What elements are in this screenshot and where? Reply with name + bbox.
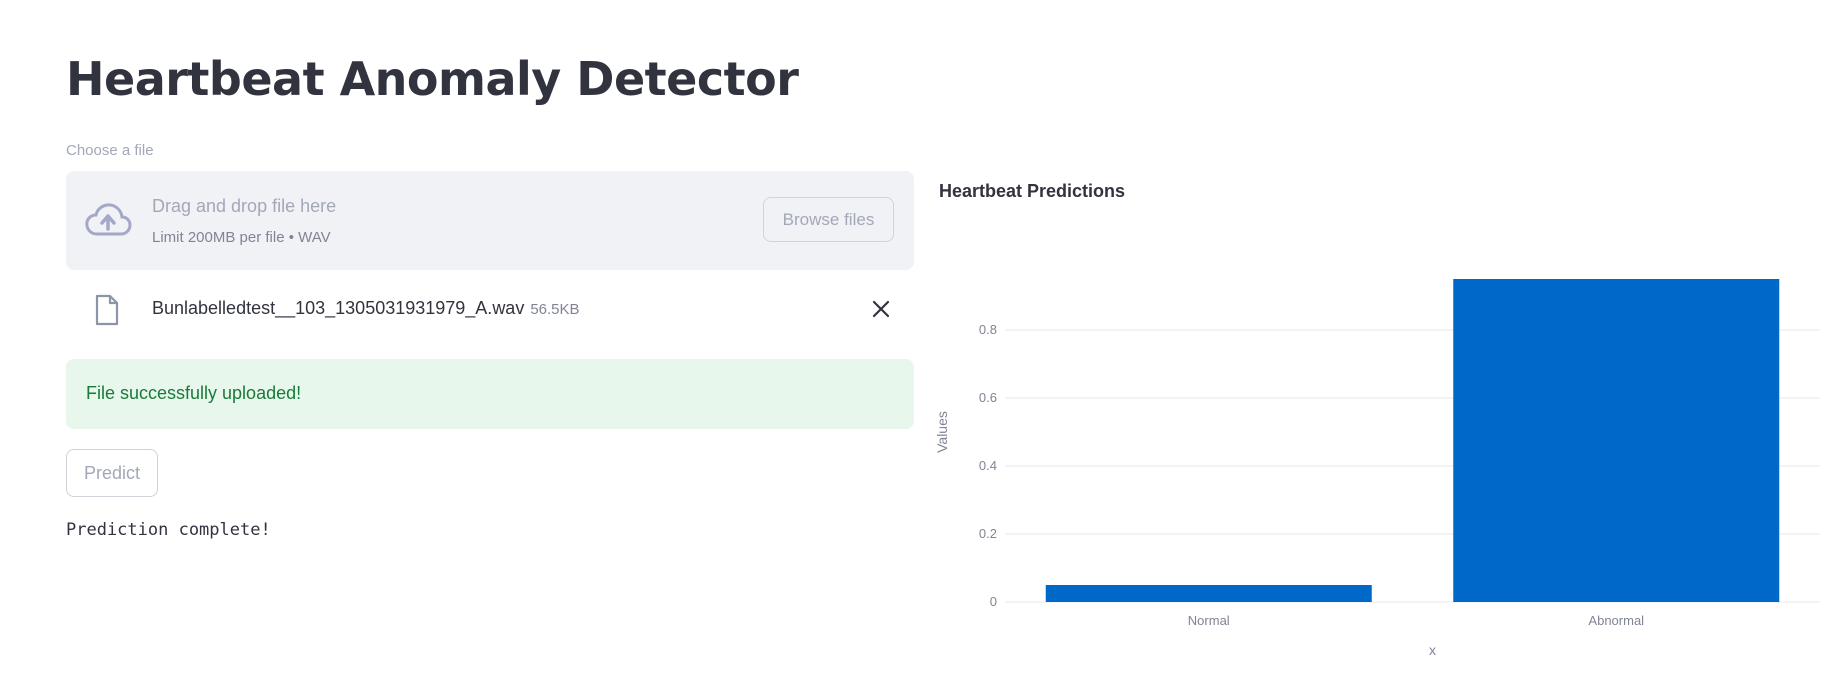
bar-normal (1045, 585, 1372, 602)
dropzone-limit: Limit 200MB per file • WAV (152, 229, 331, 246)
y-tick-label: 0.6 (979, 390, 997, 405)
app-root: Heartbeat Anomaly Detector Choose a file… (0, 0, 1843, 699)
close-icon[interactable] (870, 298, 892, 320)
prediction-status: Prediction complete! (66, 520, 271, 540)
page-title: Heartbeat Anomaly Detector (66, 52, 799, 106)
file-dropzone[interactable]: Drag and drop file here Limit 200MB per … (66, 171, 914, 270)
predict-button[interactable]: Predict (66, 449, 158, 497)
y-tick-label: 0.4 (979, 458, 997, 473)
x-axis-title: x (1429, 642, 1436, 658)
chart-title: Heartbeat Predictions (939, 181, 1126, 201)
uploaded-file-item: Bunlabelledtest__103_1305031931979_A.wav… (66, 286, 914, 332)
uploader-label: Choose a file (66, 142, 154, 159)
y-tick-label: 0.8 (979, 322, 997, 337)
x-tick-label: Abnormal (1588, 613, 1644, 628)
browse-files-button[interactable]: Browse files (763, 197, 894, 242)
bar-chart: 0 0.2 0.4 0.6 0.8 Normal Abnormal x Values (934, 279, 1820, 658)
uploaded-file-name: Bunlabelledtest__103_1305031931979_A.wav (152, 298, 525, 318)
bar-abnormal (1453, 279, 1780, 602)
y-tick-label: 0 (990, 594, 997, 609)
x-tick-label: Normal (1188, 613, 1230, 628)
y-axis-title: Values (934, 411, 950, 453)
y-tick-label: 0.2 (979, 526, 997, 541)
dropzone-instructions: Drag and drop file here (152, 196, 337, 216)
file-icon (95, 294, 119, 326)
uploaded-file-size: 56.5KB (530, 301, 580, 318)
success-alert: File successfully uploaded! (66, 359, 914, 429)
cloud-upload-icon (85, 203, 132, 236)
